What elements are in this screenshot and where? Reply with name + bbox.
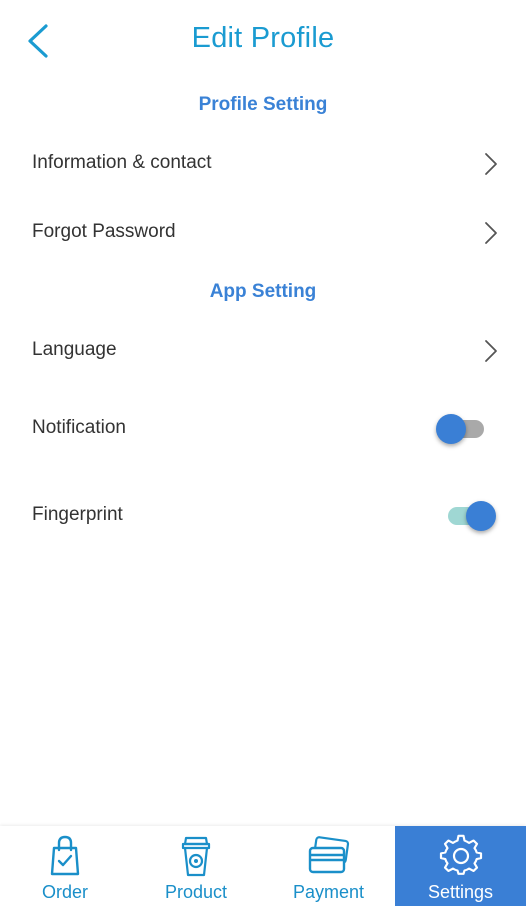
section-title-profile-setting: Profile Setting: [198, 94, 328, 115]
fingerprint-toggle[interactable]: [436, 499, 496, 533]
gear-icon: [439, 834, 482, 875]
menu-item-language[interactable]: Language: [0, 326, 526, 376]
nav-label: Payment: [292, 882, 365, 902]
setting-label: Notification: [32, 417, 126, 438]
chevron-right-icon: [485, 153, 497, 175]
nav-label: Settings: [427, 882, 494, 902]
menu-item-label: Information & contact: [32, 152, 212, 173]
setting-row-notification: Notification: [0, 404, 526, 454]
setting-label: Fingerprint: [32, 504, 123, 525]
chevron-right-icon: [485, 222, 497, 244]
chevron-right-icon: [485, 340, 497, 362]
section-title-app-setting: App Setting: [209, 281, 317, 302]
menu-item-forgot-password[interactable]: Forgot Password: [0, 208, 526, 258]
page-title: Edit Profile: [191, 22, 335, 54]
header: Edit Profile: [0, 0, 526, 82]
credit-card-icon: [308, 836, 349, 874]
menu-item-label: Language: [32, 339, 117, 360]
coffee-cup-icon: [181, 836, 211, 877]
shopping-bag-icon: [50, 835, 80, 876]
nav-item-settings[interactable]: Settings: [395, 826, 526, 906]
nav-label: Order: [41, 882, 88, 902]
bottom-nav: Order Product Payment Settings: [0, 826, 526, 906]
nav-label: Product: [164, 882, 228, 902]
toggle-knob: [436, 414, 466, 444]
menu-item-information-contact[interactable]: Information & contact: [0, 139, 526, 189]
setting-row-fingerprint: Fingerprint: [0, 491, 526, 541]
nav-item-payment[interactable]: Payment: [262, 826, 395, 906]
toggle-knob: [466, 501, 496, 531]
menu-item-label: Forgot Password: [32, 221, 176, 242]
nav-item-product[interactable]: Product: [130, 826, 262, 906]
notification-toggle[interactable]: [436, 412, 496, 446]
nav-item-order[interactable]: Order: [0, 826, 130, 906]
